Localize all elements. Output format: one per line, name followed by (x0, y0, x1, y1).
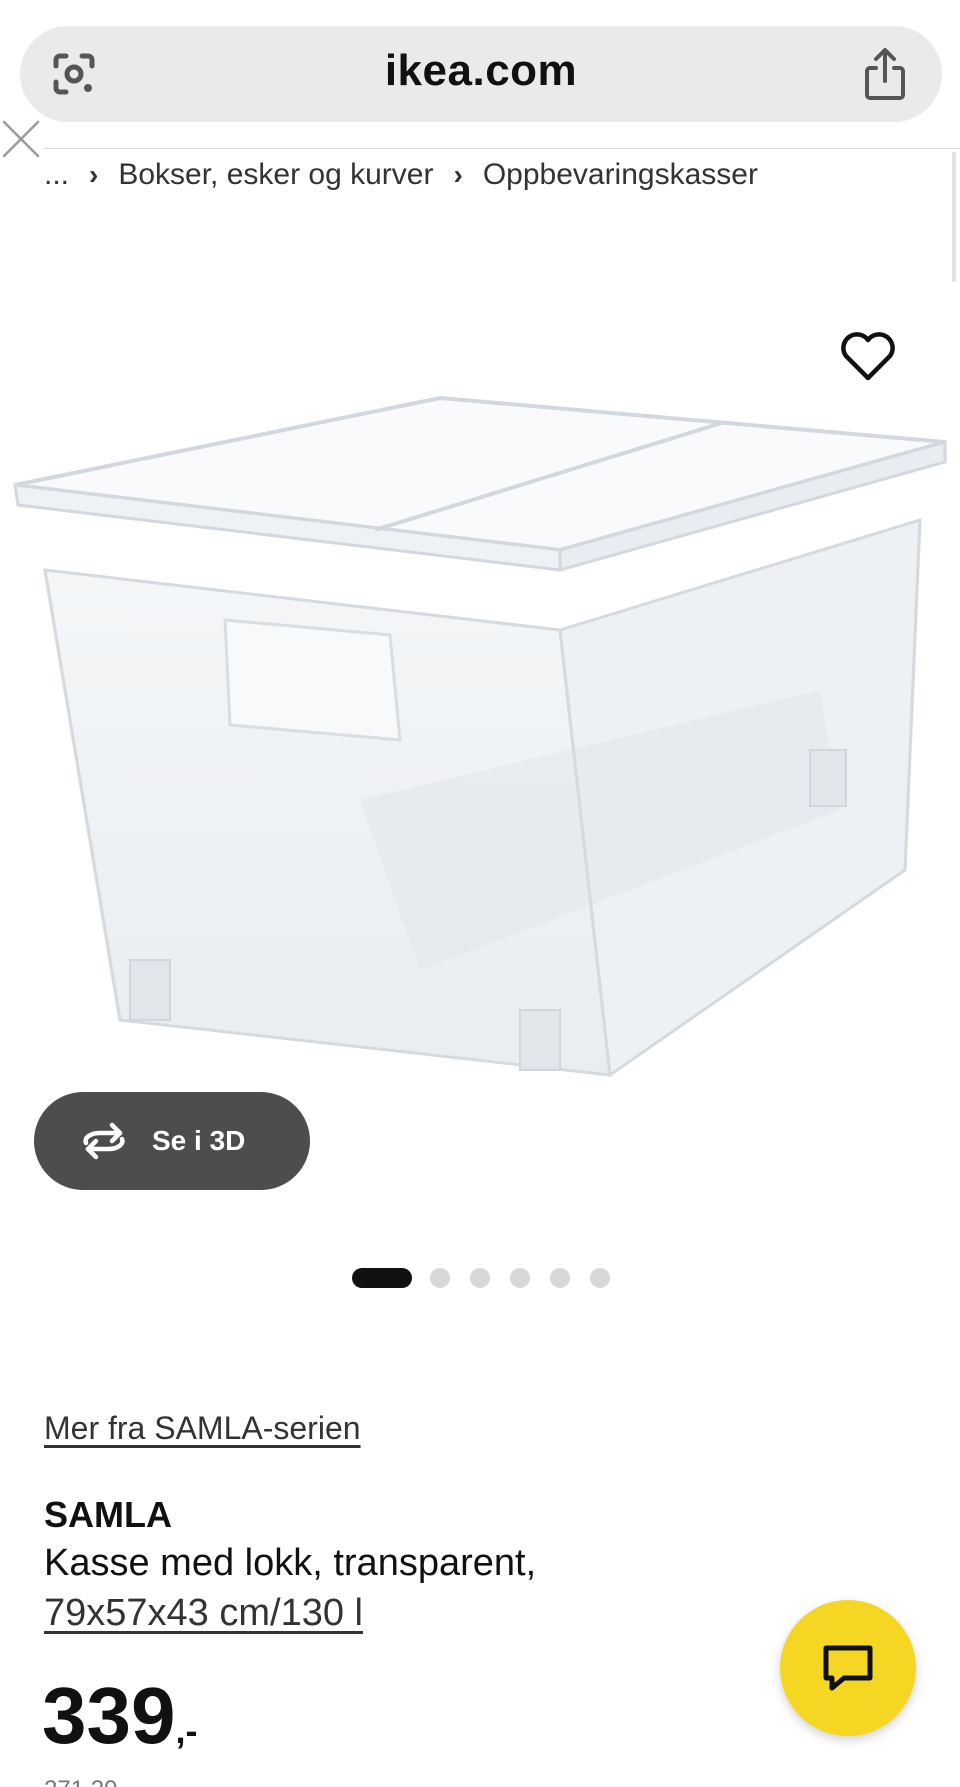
heart-icon[interactable] (838, 328, 898, 384)
rotate-3d-icon (83, 1122, 125, 1160)
breadcrumb: ... › Bokser, esker og kurver › Oppbevar… (44, 152, 758, 198)
chevron-right-icon: › (453, 159, 463, 190)
breadcrumb-ellipsis[interactable]: ... (44, 158, 69, 192)
price: 339 ,- (42, 1676, 197, 1756)
chat-icon (823, 1645, 873, 1691)
price-excl-vat: 271,20 ekskl. mva (44, 1778, 164, 1787)
carousel-dot[interactable] (510, 1268, 530, 1288)
carousel-pagination (352, 1268, 630, 1288)
breadcrumb-item-storage-boxes[interactable]: Oppbevaringskasser (483, 158, 758, 192)
product-image[interactable] (0, 330, 960, 1130)
scroll-indicator (952, 152, 956, 282)
close-icon[interactable] (0, 118, 44, 162)
carousel-dot[interactable] (550, 1268, 570, 1288)
url-text[interactable]: ikea.com (20, 46, 942, 96)
carousel-dot[interactable] (590, 1268, 610, 1288)
chevron-right-icon: › (89, 159, 99, 190)
breadcrumb-item-boxes[interactable]: Bokser, esker og kurver (118, 158, 433, 192)
carousel-dot[interactable] (470, 1268, 490, 1288)
view-in-3d-button[interactable]: Se i 3D (34, 1092, 310, 1190)
address-bar[interactable]: ikea.com (20, 26, 942, 122)
series-link[interactable]: Mer fra SAMLA-serien (44, 1410, 361, 1447)
carousel-dot-active[interactable] (352, 1268, 412, 1288)
price-suffix: ,- (175, 1710, 198, 1751)
price-amount: 339 (42, 1671, 176, 1760)
view-in-3d-label: Se i 3D (152, 1125, 246, 1156)
carousel-dot[interactable] (430, 1268, 450, 1288)
product-size-link[interactable]: 79x57x43 cm/130 l (44, 1592, 363, 1635)
product-description: Kasse med lokk, transparent, (44, 1542, 537, 1584)
share-icon[interactable] (860, 46, 910, 102)
header-divider (44, 148, 960, 149)
chat-button[interactable] (780, 1600, 916, 1736)
product-name: SAMLA (44, 1494, 172, 1535)
